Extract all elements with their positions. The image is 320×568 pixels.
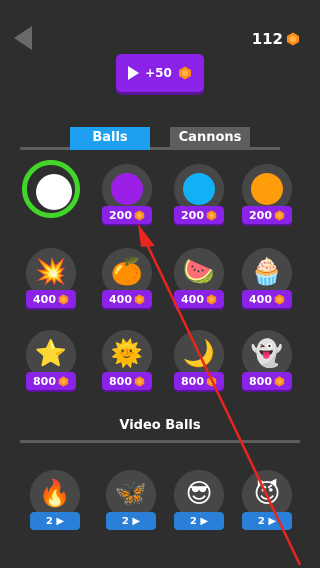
ball-item[interactable]: 200 <box>172 162 226 224</box>
ball-item[interactable]: 🍉 400 <box>172 246 226 308</box>
video-reward-label: +50 <box>145 66 172 80</box>
video-price-tag[interactable]: 2 ▶ <box>30 512 80 530</box>
price-tag[interactable]: 400 <box>174 290 224 308</box>
price-tag[interactable]: 800 <box>102 372 152 390</box>
price-label: 200 <box>109 208 132 222</box>
coin-count: 112 <box>251 30 283 48</box>
ball-preview-icon: 💥 <box>34 257 68 287</box>
video-price-tag[interactable]: 2 ▶ <box>174 512 224 530</box>
section-divider <box>20 440 300 443</box>
ball-preview-icon: 🔥 <box>38 479 72 509</box>
ball-item[interactable]: 🌞 800 <box>100 328 154 390</box>
ball-preview-icon: 😎 <box>185 479 213 509</box>
video-price-tag[interactable]: 2 ▶ <box>242 512 292 530</box>
video-ball-item[interactable]: 😈 2 ▶ <box>240 468 294 530</box>
coin-icon <box>206 293 217 305</box>
price-tag[interactable]: 200 <box>102 206 152 224</box>
ball-preview-icon: ⭐ <box>34 339 68 369</box>
tab-active-indicator <box>70 147 150 150</box>
tab-balls[interactable]: Balls <box>70 127 150 147</box>
video-balls-title: Video Balls <box>119 418 201 433</box>
price-tag[interactable]: 400 <box>26 290 76 308</box>
price-label: 400 <box>249 292 272 306</box>
video-ball-item[interactable]: 🦋 2 ▶ <box>104 468 158 530</box>
coin-icon <box>134 293 145 305</box>
coin-icon <box>178 66 191 80</box>
ball-item[interactable]: 200 <box>100 162 154 224</box>
tab-divider <box>20 147 280 150</box>
ball-item[interactable]: 🍊 400 <box>100 246 154 308</box>
coin-icon <box>58 293 69 305</box>
coin-icon <box>274 375 285 387</box>
ball-item[interactable]: 🌙 800 <box>172 328 226 390</box>
ball-preview-icon: 🦋 <box>114 479 148 509</box>
coin-icon <box>206 375 217 387</box>
price-label: 800 <box>249 374 272 388</box>
price-tag[interactable]: 800 <box>174 372 224 390</box>
coin-icon <box>134 375 145 387</box>
ball-item[interactable] <box>22 160 80 224</box>
ball-preview-icon: 🧁 <box>250 257 284 287</box>
tab-cannons[interactable]: Cannons <box>170 127 250 147</box>
ball-preview <box>36 174 72 210</box>
price-tag[interactable]: 400 <box>242 290 292 308</box>
price-tag[interactable]: 800 <box>26 372 76 390</box>
ball-item[interactable]: 💥 400 <box>24 246 78 308</box>
coin-balance: 112 <box>252 30 300 48</box>
price-label: 400 <box>33 292 56 306</box>
ball-preview-icon: 🌙 <box>182 339 216 369</box>
back-arrow-icon[interactable] <box>10 24 38 52</box>
price-label: 400 <box>181 292 204 306</box>
coin-icon <box>274 209 285 221</box>
selected-ball-ring <box>22 160 80 218</box>
price-label: 200 <box>181 208 204 222</box>
ball-preview-icon: 😈 <box>253 479 281 509</box>
ball-preview-icon: 🍊 <box>110 257 144 287</box>
play-icon <box>128 66 140 80</box>
ball-item[interactable]: 🧁 400 <box>240 246 294 308</box>
ball-item[interactable]: ⭐ 800 <box>24 328 78 390</box>
ball-preview-icon: 👻 <box>250 339 284 369</box>
video-ball-item[interactable]: 😎 2 ▶ <box>172 468 226 530</box>
video-ball-item[interactable]: 🔥 2 ▶ <box>28 468 82 530</box>
price-label: 800 <box>181 374 204 388</box>
price-tag[interactable]: 200 <box>174 206 224 224</box>
price-label: 800 <box>33 374 56 388</box>
coin-icon <box>58 375 69 387</box>
ball-preview-icon: 🍉 <box>182 257 216 287</box>
ball-item[interactable]: 200 <box>240 162 294 224</box>
coin-icon <box>134 209 145 221</box>
coin-icon <box>206 209 217 221</box>
video-price-tag[interactable]: 2 ▶ <box>106 512 156 530</box>
ball-preview <box>251 173 283 205</box>
price-tag[interactable]: 800 <box>242 372 292 390</box>
ball-preview <box>183 173 215 205</box>
price-label: 400 <box>109 292 132 306</box>
price-tag[interactable]: 400 <box>102 290 152 308</box>
watch-video-button[interactable]: +50 <box>116 54 204 92</box>
price-tag[interactable]: 200 <box>242 206 292 224</box>
price-label: 800 <box>109 374 132 388</box>
ball-preview-icon: 🌞 <box>110 339 144 369</box>
price-label: 200 <box>249 208 272 222</box>
coin-icon <box>274 293 285 305</box>
ball-preview <box>111 173 143 205</box>
ball-item[interactable]: 👻 800 <box>240 328 294 390</box>
coin-icon <box>287 32 299 46</box>
